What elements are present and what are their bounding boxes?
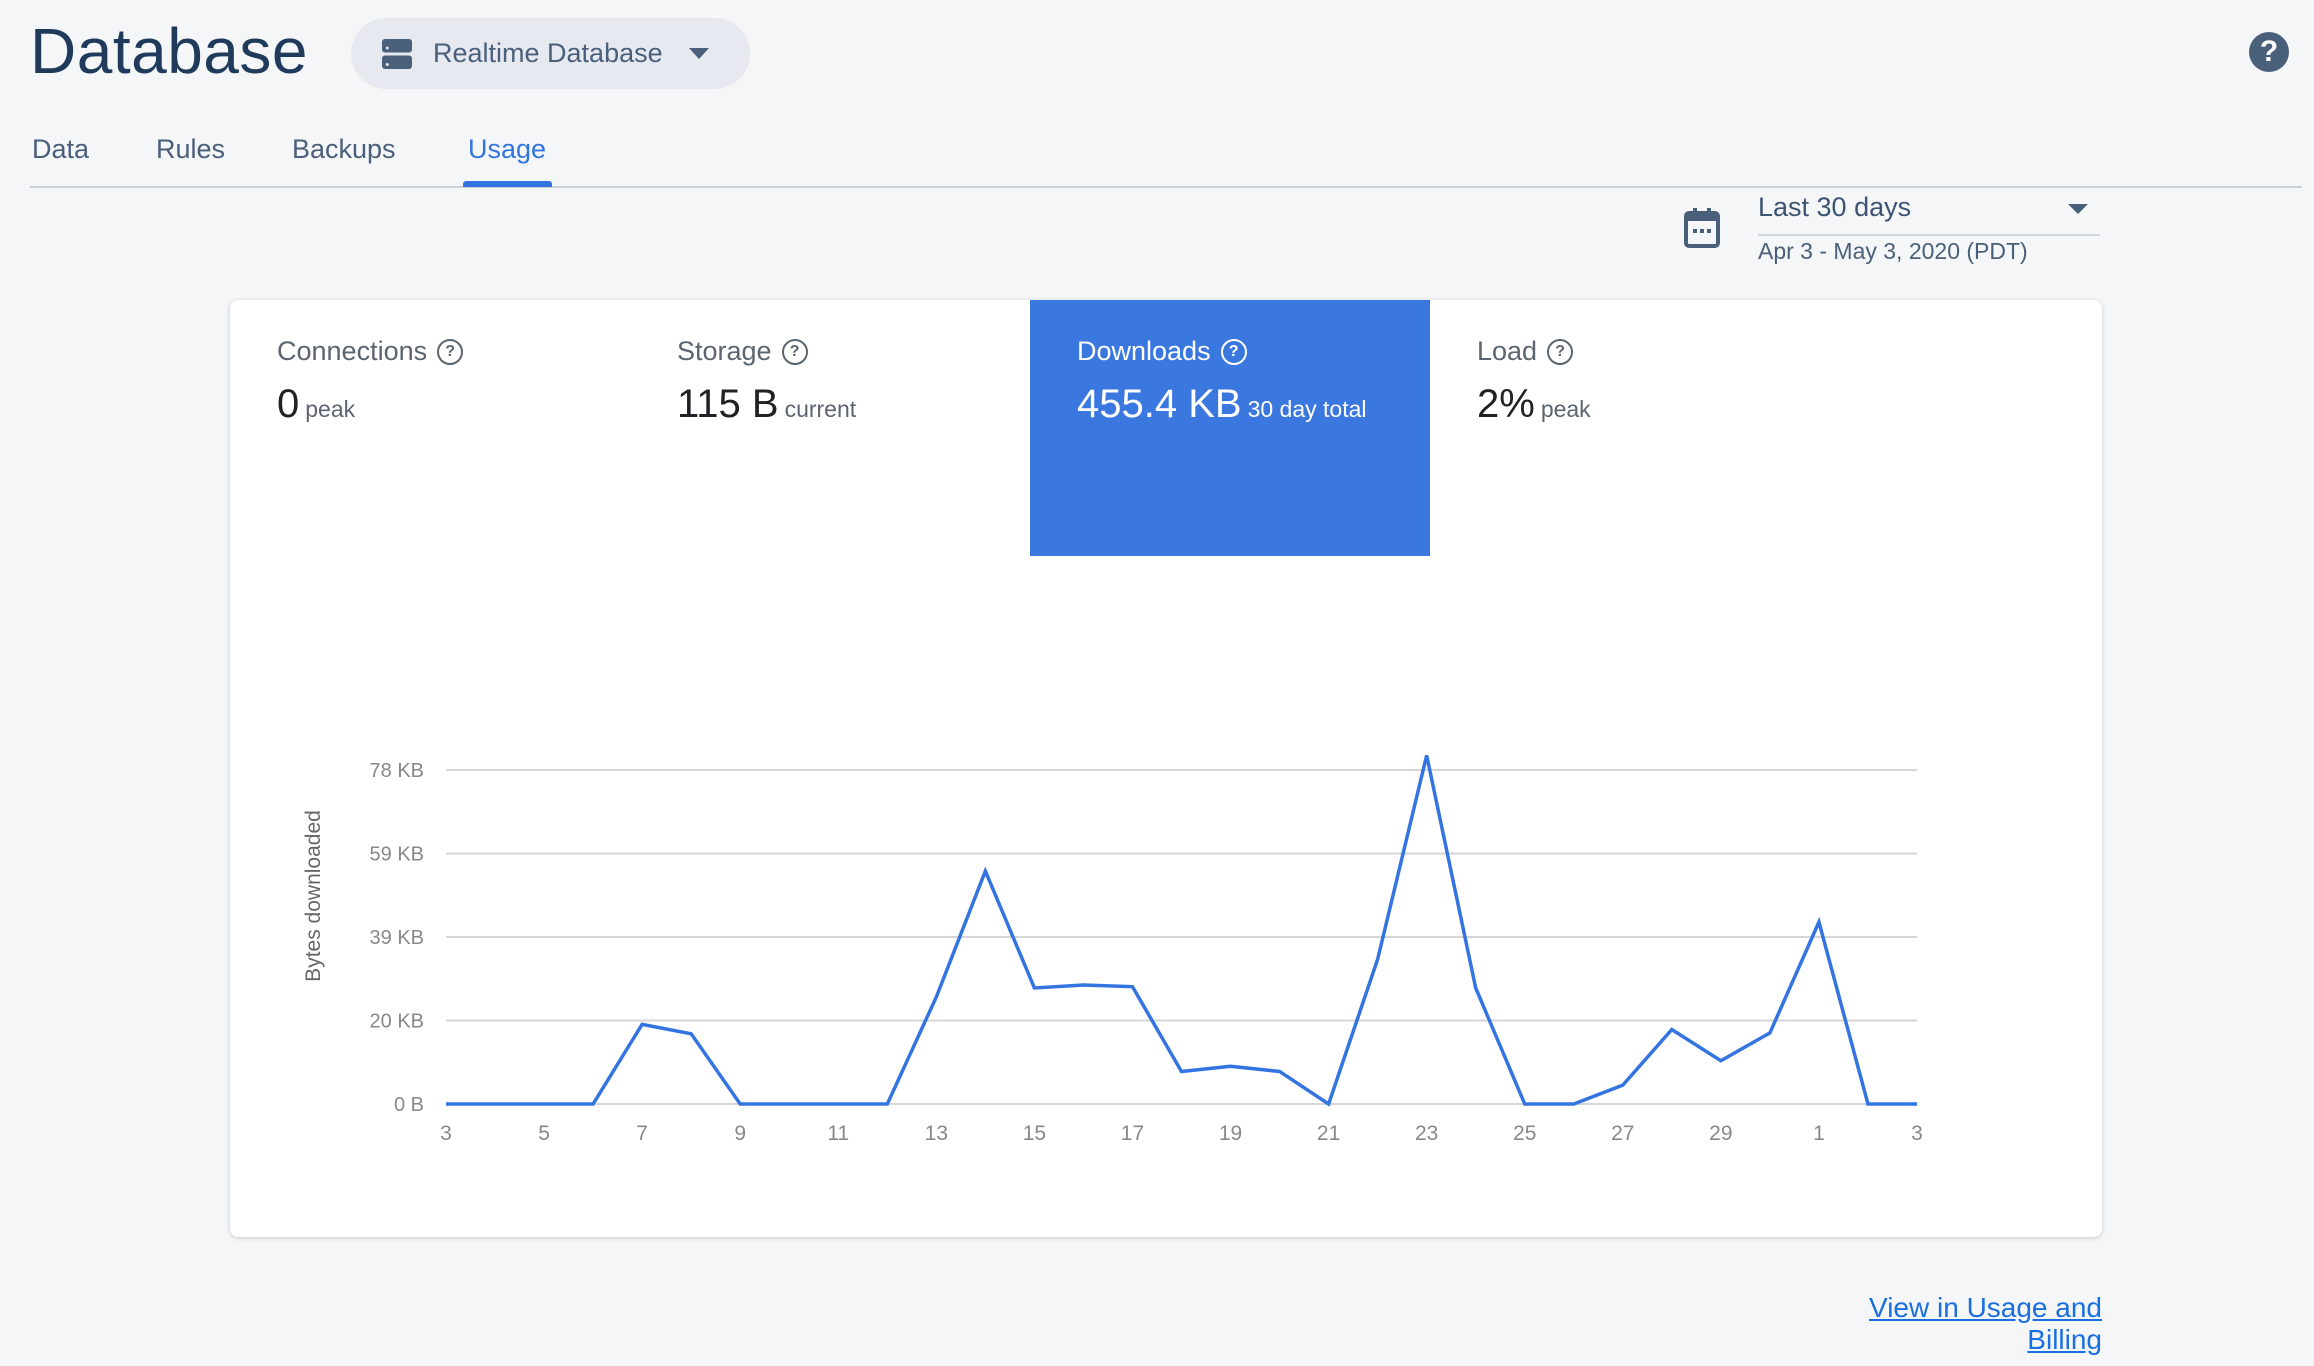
usage-card: Connections? 0 peak Storage? 115 Bcurrent… (230, 300, 2102, 1237)
usage-billing-link[interactable]: View in Usage and Billing (1788, 1292, 2102, 1356)
x-tick-label: 1 (1813, 1122, 1825, 1145)
tab-backups[interactable]: Backups (292, 134, 396, 165)
x-tick-label: 7 (636, 1122, 648, 1145)
x-tick-label: 15 (1023, 1122, 1046, 1145)
x-tick-label: 21 (1317, 1122, 1340, 1145)
help-icon[interactable]: ? (2249, 32, 2289, 72)
x-tick-label: 3 (440, 1122, 452, 1145)
database-selector-label: Realtime Database (433, 38, 663, 68)
y-tick-label: 0 B (394, 1094, 424, 1116)
y-tick-label: 39 KB (370, 927, 424, 949)
caret-down-icon (2068, 204, 2088, 214)
y-tick-label: 59 KB (370, 844, 424, 866)
x-tick-label: 17 (1121, 1122, 1144, 1145)
x-tick-label: 19 (1219, 1122, 1242, 1145)
calendar-icon (1684, 208, 1720, 248)
x-tick-label: 23 (1415, 1122, 1438, 1145)
date-range-value: Last 30 days (1758, 192, 1912, 222)
x-tick-label: 29 (1709, 1122, 1732, 1145)
database-selector[interactable]: Realtime Database (351, 18, 750, 89)
x-tick-label: 11 (827, 1122, 849, 1145)
x-tick-label: 27 (1611, 1122, 1634, 1145)
tab-usage[interactable]: Usage (468, 134, 546, 165)
caret-down-icon (688, 47, 709, 59)
downloads-series-line (446, 755, 1917, 1107)
page-title: Database (30, 15, 308, 87)
downloads-chart: 0 B20 KB39 KB59 KB78 KB3 5 7 9 11 13 15 17 19 21 2… (302, 755, 1923, 1145)
tab-rules[interactable]: Rules (156, 134, 225, 165)
y-tick-label: 78 KB (370, 760, 424, 782)
x-tick-label: 9 (734, 1122, 746, 1145)
tab-data[interactable]: Data (32, 134, 89, 165)
tab-divider (30, 186, 2302, 188)
date-range-select[interactable]: Last 30 days (1758, 192, 2100, 236)
y-axis-title: Bytes downloaded (302, 810, 325, 982)
database-icon (382, 38, 412, 69)
x-tick-label: 13 (925, 1122, 948, 1145)
y-tick-label: 20 KB (370, 1011, 424, 1033)
x-tick-label: 5 (538, 1122, 550, 1145)
date-range-text: Apr 3 - May 3, 2020 (PDT) (1758, 238, 2028, 264)
active-tab-indicator (463, 181, 552, 187)
x-tick-label: 25 (1513, 1122, 1536, 1145)
x-tick-label: 3 (1911, 1122, 1923, 1145)
